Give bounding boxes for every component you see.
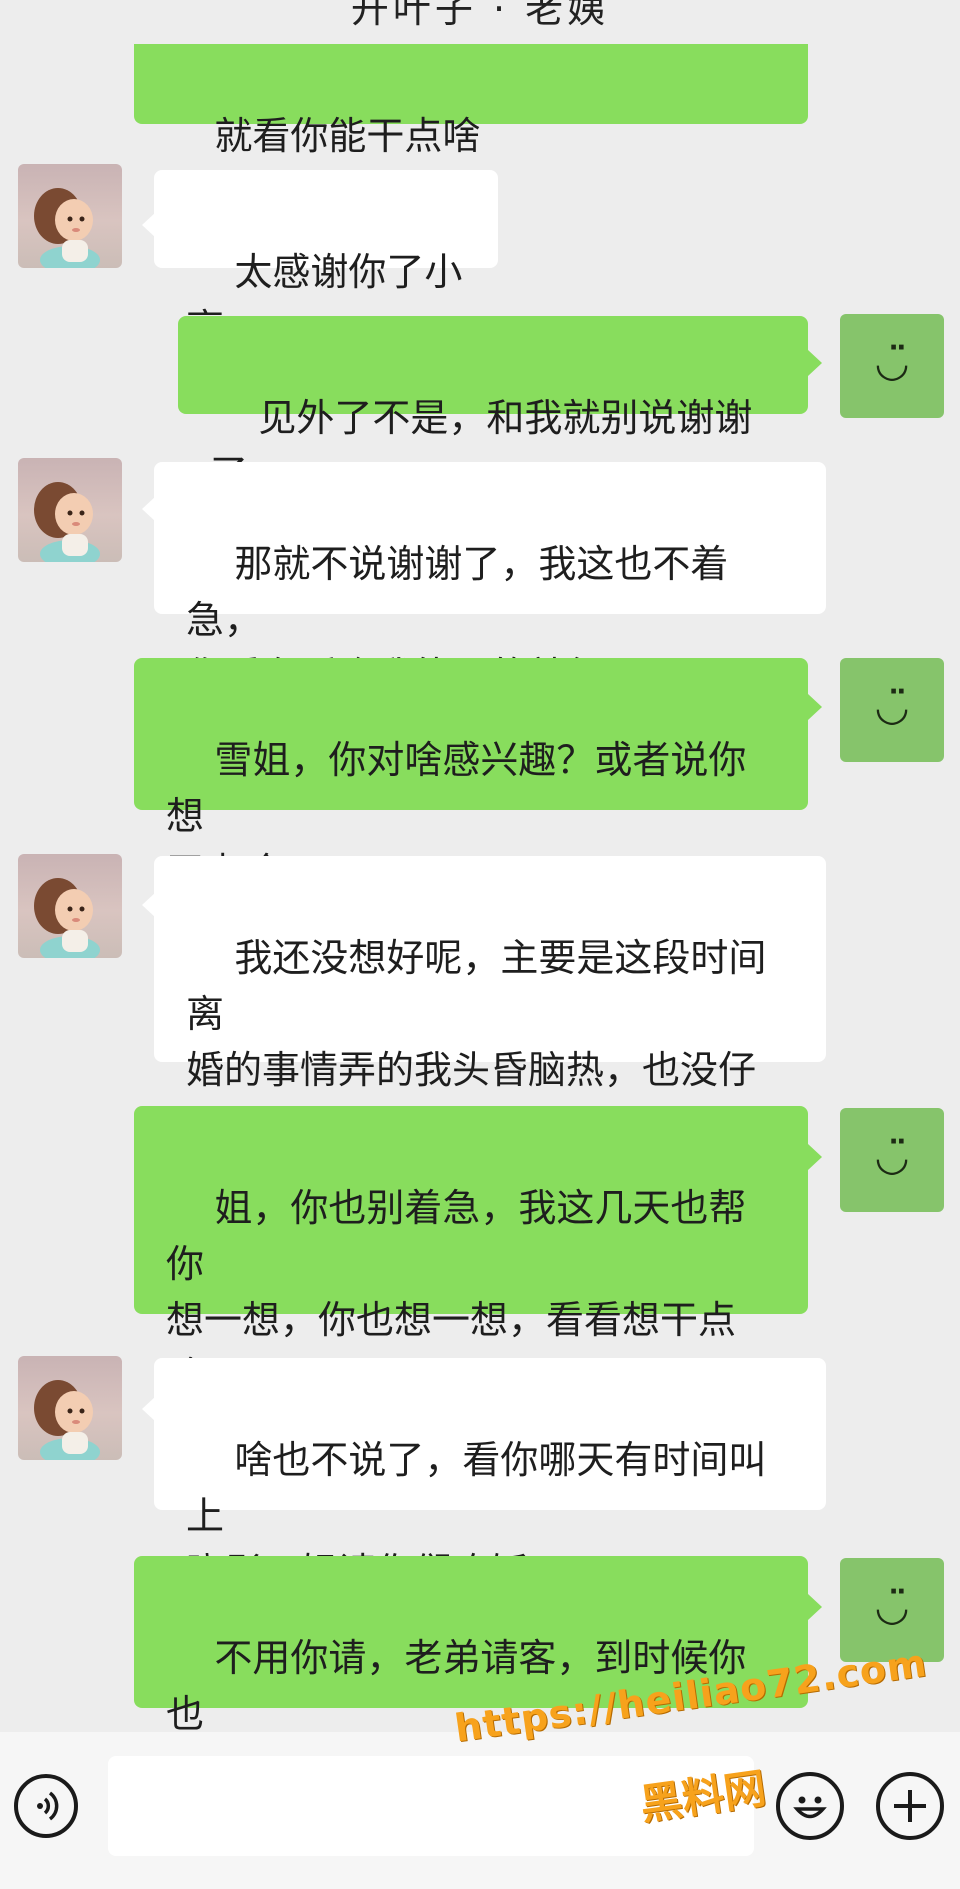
incoming-message-bubble[interactable]: 那就不说谢谢了，我这也不着急， 你看有适合我能干的就行。 bbox=[154, 462, 826, 698]
input-bar bbox=[0, 1732, 960, 1889]
incoming-message-bubble[interactable]: 太感谢你了小亮 bbox=[154, 170, 498, 350]
girl-avatar-icon bbox=[34, 1380, 100, 1460]
girl-avatar-icon bbox=[34, 188, 100, 268]
plus-button[interactable] bbox=[876, 1772, 944, 1840]
outgoing-message-bubble[interactable]: 姐，你也别着急，我这几天也帮你 想一想，你也想一想，看看想干点 啥 bbox=[134, 1106, 808, 1398]
title-bar: 开叶子 · 老姨 bbox=[0, 0, 960, 44]
emoji-icon bbox=[793, 1796, 827, 1819]
plus-icon bbox=[894, 1790, 926, 1822]
smile-icon: ◡̈ bbox=[876, 1134, 908, 1180]
smile-icon: ◡̈ bbox=[876, 684, 908, 730]
message-text: 就看你能干点啥 bbox=[214, 114, 481, 158]
girl-avatar-icon bbox=[34, 878, 100, 958]
smile-icon: ◡̈ bbox=[876, 340, 908, 386]
incoming-message-bubble[interactable]: 啥也不说了，看你哪天有时间叫上 晓彤，姐请你们吃饭 bbox=[154, 1358, 826, 1594]
incoming-message-bubble[interactable]: 我还没想好呢，主要是这段时间离 婚的事情弄的我头昏脑热，也没仔 细的想想 bbox=[154, 856, 826, 1148]
emoji-button[interactable] bbox=[776, 1772, 844, 1840]
outgoing-message-bubble[interactable]: 见外了不是，和我就别说谢谢了 bbox=[178, 316, 808, 496]
smile-icon: ◡̈ bbox=[876, 1584, 908, 1630]
self-avatar[interactable]: ◡̈ bbox=[840, 314, 944, 418]
girl-avatar-icon bbox=[34, 482, 100, 562]
self-avatar[interactable]: ◡̈ bbox=[840, 658, 944, 762]
self-avatar[interactable]: ◡̈ bbox=[840, 1108, 944, 1212]
contact-avatar[interactable] bbox=[18, 1356, 122, 1460]
outgoing-message-bubble[interactable]: 就看你能干点啥 bbox=[134, 44, 808, 158]
voice-button[interactable] bbox=[14, 1774, 78, 1838]
contact-avatar[interactable] bbox=[18, 164, 122, 268]
contact-avatar[interactable] bbox=[18, 854, 122, 958]
chat-title: 开叶子 · 老姨 bbox=[350, 0, 610, 31]
voice-icon bbox=[37, 1791, 59, 1821]
outgoing-message-bubble[interactable]: 雪姐，你对啥感兴趣？或者说你想 干点啥？ bbox=[134, 658, 808, 894]
contact-avatar[interactable] bbox=[18, 458, 122, 562]
